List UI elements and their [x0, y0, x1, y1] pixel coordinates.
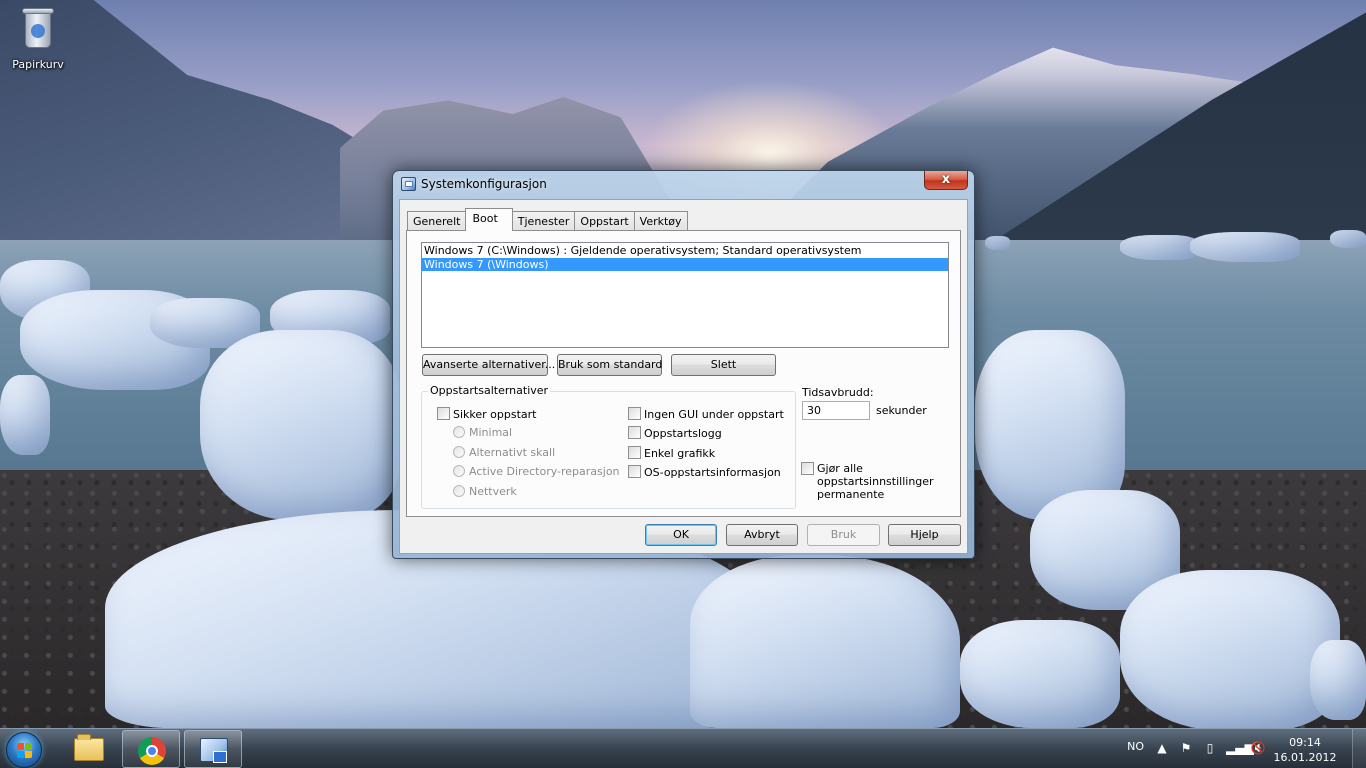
tab-strip: Generelt Boot Tjenester Oppstart Verktøy — [407, 208, 688, 231]
msconfig-icon — [200, 738, 228, 763]
wallpaper-ice — [960, 620, 1120, 728]
boot-options-group: Oppstartsalternativer Sikker oppstart Mi… — [421, 384, 796, 509]
network-signal-icon[interactable]: ▂▄▆ — [1226, 740, 1254, 756]
radio-circle[interactable] — [453, 426, 465, 438]
os-boot-information-checkbox[interactable]: OS-oppstartsinformasjon — [628, 465, 781, 479]
clock-date: 16.01.2012 — [1273, 751, 1337, 764]
set-as-default-label: Bruk som standard — [558, 358, 663, 371]
tab-oppstart[interactable]: Oppstart — [574, 211, 635, 231]
timeout-label: Tidsavbrudd: — [802, 386, 874, 399]
wallpaper-ice — [1120, 235, 1200, 260]
os-list-item[interactable]: Windows 7 (C:\Windows) : Gjeldende opera… — [422, 244, 948, 257]
taskbar-chrome[interactable] — [122, 730, 180, 768]
wallpaper-ice — [1120, 570, 1340, 728]
clock[interactable]: 09:14 16.01.2012 — [1270, 735, 1340, 765]
wallpaper-ice — [1330, 230, 1366, 248]
close-button[interactable]: x — [924, 171, 968, 190]
taskbar-msconfig[interactable] — [184, 730, 242, 768]
wallpaper-ice — [200, 330, 400, 520]
recycle-bin-icon — [21, 6, 55, 50]
radio-circle[interactable] — [453, 446, 465, 458]
help-label: Hjelp — [910, 528, 939, 541]
boot-log-checkbox[interactable]: Oppstartslogg — [628, 426, 722, 440]
ok-button[interactable]: OK — [645, 524, 717, 546]
tab-boot[interactable]: Boot — [465, 208, 513, 231]
desktop-icon-label: Papirkurv — [12, 58, 64, 71]
make-permanent-checkbox[interactable]: Gjør alle oppstartsinnstillinger permane… — [801, 462, 934, 501]
title-bar[interactable]: Systemkonfigurasjon x — [393, 171, 974, 197]
timeout-unit-label: sekunder — [876, 404, 927, 417]
tab-generelt[interactable]: Generelt — [407, 211, 467, 231]
window-title: Systemkonfigurasjon — [421, 177, 547, 191]
set-as-default-button[interactable]: Bruk som standard — [557, 354, 662, 376]
os-list[interactable]: Windows 7 (C:\Windows) : Gjeldende opera… — [421, 242, 949, 348]
checkbox-label: Enkel grafikk — [644, 447, 716, 460]
checkbox-box[interactable] — [628, 407, 641, 420]
tab-tjenester[interactable]: Tjenester — [511, 211, 576, 231]
show-desktop-button[interactable] — [1352, 729, 1366, 768]
action-center-flag-icon[interactable]: ⚑ — [1178, 740, 1194, 756]
desktop-icon-recycle-bin[interactable]: Papirkurv — [8, 6, 68, 76]
wallpaper-ice — [0, 375, 50, 455]
timeout-input[interactable] — [802, 401, 870, 420]
safe-boot-checkbox[interactable]: Sikker oppstart — [437, 407, 537, 421]
start-button[interactable] — [6, 732, 42, 768]
cancel-label: Avbryt — [744, 528, 780, 541]
apply-label: Bruk — [830, 528, 857, 541]
radio-minimal[interactable]: Minimal — [453, 426, 512, 440]
system-tray: NO ▲ ⚑ ▯ ▂▄▆ 🔇 09:14 16.01.2012 — [1106, 729, 1366, 768]
delete-button[interactable]: Slett — [671, 354, 776, 376]
boot-options-legend: Oppstartsalternativer — [428, 384, 551, 397]
checkbox-box[interactable] — [437, 407, 450, 420]
checkbox-box[interactable] — [628, 465, 641, 478]
dialog-client-area: Generelt Boot Tjenester Oppstart Verktøy… — [399, 199, 968, 554]
help-button[interactable]: Hjelp — [888, 524, 961, 546]
radio-active-directory-repair[interactable]: Active Directory-reparasjon — [453, 465, 620, 479]
checkbox-box[interactable] — [801, 462, 814, 475]
tab-verktoy[interactable]: Verktøy — [633, 211, 688, 231]
volume-muted-icon[interactable]: 🔇 — [1250, 740, 1266, 756]
radio-circle[interactable] — [453, 485, 465, 497]
apply-button[interactable]: Bruk — [807, 524, 880, 546]
wallpaper-ice — [690, 555, 960, 728]
checkbox-box[interactable] — [628, 426, 641, 439]
system-configuration-window: Systemkonfigurasjon x Generelt Boot Tjen… — [392, 170, 975, 559]
wallpaper-ice — [1190, 232, 1300, 262]
wallpaper-ice — [1310, 640, 1366, 720]
cancel-button[interactable]: Avbryt — [726, 524, 798, 546]
radio-label: Active Directory-reparasjon — [469, 465, 620, 478]
taskbar-windows-explorer[interactable] — [60, 730, 118, 768]
windows-logo-icon — [17, 743, 32, 758]
radio-label: Alternativt skall — [469, 446, 556, 459]
language-indicator[interactable]: NO — [1127, 740, 1144, 753]
clock-time: 09:14 — [1289, 736, 1321, 749]
taskbar: NO ▲ ⚑ ▯ ▂▄▆ 🔇 09:14 16.01.2012 — [0, 728, 1366, 768]
radio-label: Minimal — [469, 426, 513, 439]
advanced-options-button[interactable]: Avanserte alternativer... — [422, 354, 555, 376]
wallpaper-ice — [985, 236, 1010, 250]
advanced-options-label: Avanserte alternativer... — [423, 358, 556, 371]
msconfig-icon — [401, 177, 416, 191]
boot-tab-panel: Windows 7 (C:\Windows) : Gjeldende opera… — [406, 230, 961, 517]
ok-label: OK — [673, 528, 689, 541]
checkbox-label: OS-oppstartsinformasjon — [644, 466, 781, 479]
no-gui-boot-checkbox[interactable]: Ingen GUI under oppstart — [628, 407, 784, 421]
checkbox-label: Oppstartslogg — [644, 427, 722, 440]
base-video-checkbox[interactable]: Enkel grafikk — [628, 446, 715, 460]
delete-label: Slett — [710, 358, 737, 371]
radio-circle[interactable] — [453, 465, 465, 477]
battery-icon[interactable]: ▯ — [1202, 740, 1218, 756]
chrome-icon — [138, 737, 166, 765]
checkbox-label: Ingen GUI under oppstart — [644, 408, 784, 421]
safe-boot-label: Sikker oppstart — [453, 408, 537, 421]
windows-explorer-icon — [74, 734, 104, 761]
radio-alternate-shell[interactable]: Alternativt skall — [453, 446, 555, 460]
radio-label: Nettverk — [469, 485, 517, 498]
radio-network[interactable]: Nettverk — [453, 485, 517, 499]
os-list-item-selected[interactable]: Windows 7 (\Windows) — [422, 258, 948, 271]
show-hidden-icons-icon[interactable]: ▲ — [1154, 740, 1170, 756]
checkbox-box[interactable] — [628, 446, 641, 459]
make-permanent-label: Gjør alle oppstartsinnstillinger permane… — [817, 462, 934, 501]
